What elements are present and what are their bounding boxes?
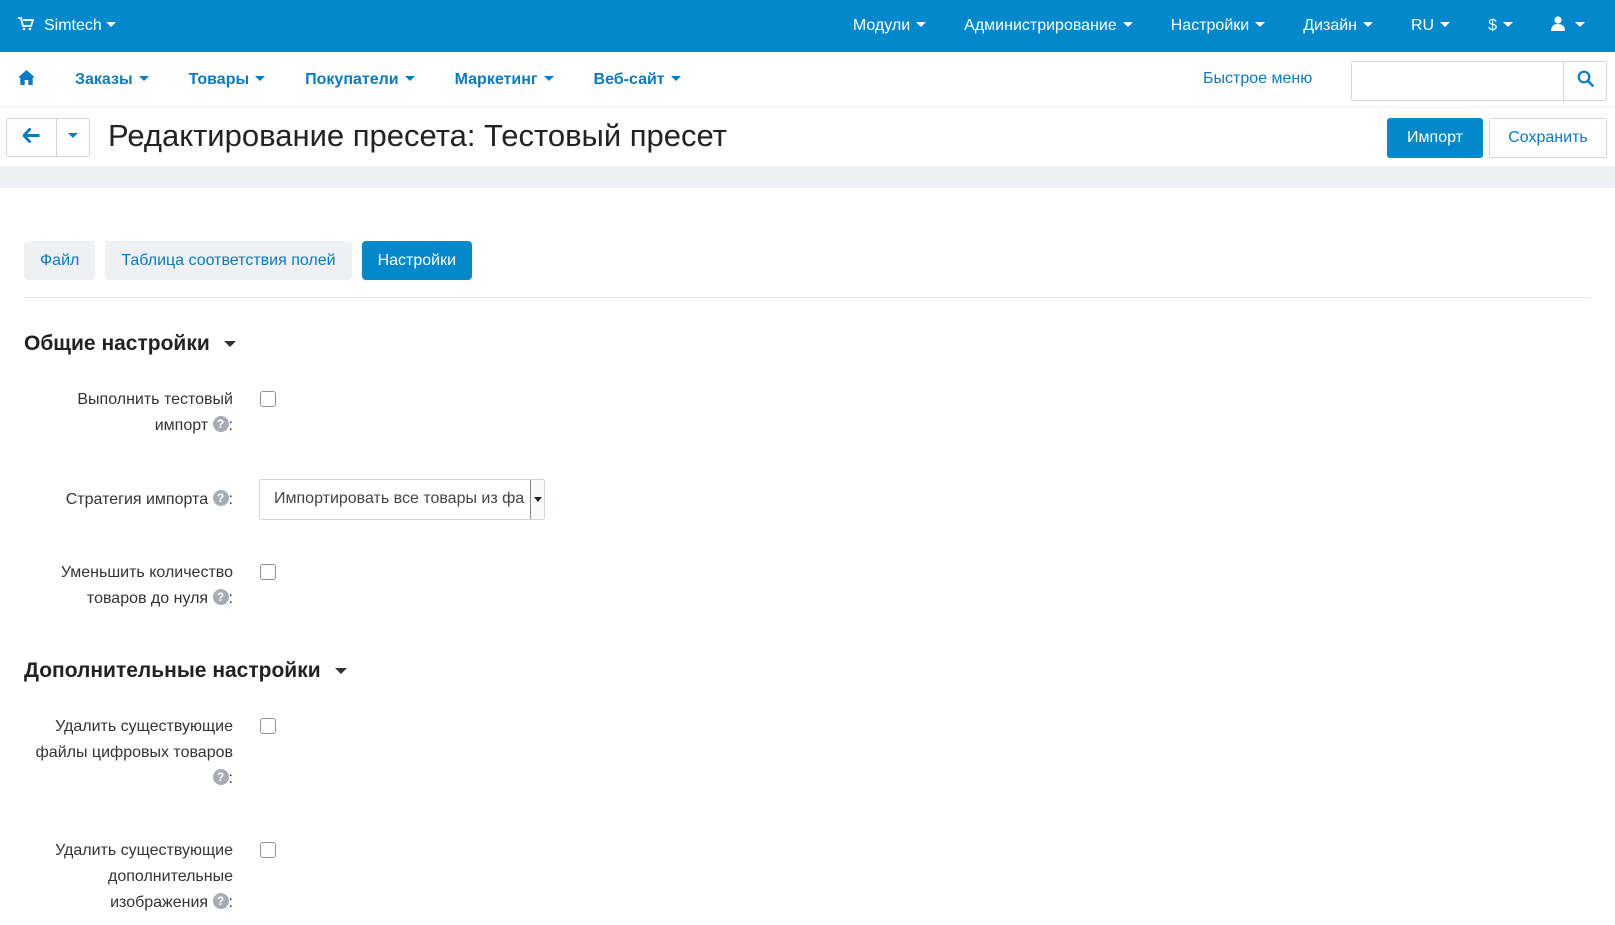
- delete-files-checkbox[interactable]: [260, 718, 276, 734]
- help-icon[interactable]: ?: [212, 588, 229, 605]
- chevron-down-icon: [105, 21, 116, 27]
- menu-settings[interactable]: Настройки: [1171, 17, 1266, 35]
- back-button-group: [6, 118, 90, 157]
- chevron-down-icon: [1122, 21, 1133, 27]
- import-button[interactable]: Импорт: [1387, 118, 1483, 158]
- help-icon[interactable]: ?: [212, 489, 229, 506]
- nav-customers[interactable]: Покупатели: [305, 71, 415, 89]
- chevron-down-icon: [1255, 21, 1266, 27]
- test-import-checkbox[interactable]: [260, 391, 276, 407]
- menu-language[interactable]: RU: [1411, 17, 1451, 35]
- import-strategy-value: Импортировать все товары из файла: [274, 490, 524, 507]
- page-header: Редактирование пресета: Тестовый пресет …: [0, 108, 1615, 166]
- nav-website[interactable]: Веб-сайт: [594, 71, 681, 89]
- chevron-down-icon: [68, 133, 78, 138]
- chevron-down-icon: [404, 75, 415, 81]
- quick-menu-link[interactable]: Быстрое меню: [1203, 70, 1312, 88]
- help-icon[interactable]: ?: [212, 415, 229, 432]
- menu-administration[interactable]: Администрирование: [964, 17, 1133, 35]
- select-arrow-icon: [530, 480, 544, 519]
- chevron-down-icon: [1503, 21, 1513, 27]
- search-box: [1351, 61, 1607, 101]
- chevron-down-icon: [543, 75, 554, 81]
- save-button[interactable]: Сохранить: [1489, 118, 1607, 158]
- import-strategy-select[interactable]: Импортировать все товары из файла: [259, 479, 545, 520]
- tab-field-mapping[interactable]: Таблица соответствия полей: [105, 241, 352, 280]
- help-icon[interactable]: ?: [212, 892, 229, 909]
- general-settings-toggle[interactable]: Общие настройки: [24, 332, 236, 356]
- nav-marketing[interactable]: Маркетинг: [455, 71, 554, 89]
- delete-files-label: Удалить существующие файлы цифровых това…: [35, 718, 233, 787]
- test-import-label: Выполнить тестовый импорт ?:: [77, 391, 233, 434]
- top-bar: Simtech Модули Администрирование Настрой…: [0, 0, 1615, 52]
- brand-name: Simtech: [44, 17, 102, 34]
- delete-images-label: Удалить существующие дополнительные изоб…: [55, 842, 233, 911]
- additional-settings-toggle[interactable]: Дополнительные настройки: [24, 659, 347, 683]
- back-button[interactable]: [7, 119, 57, 156]
- main-nav: Заказы Товары Покупатели Маркетинг Веб-с…: [0, 52, 1615, 108]
- nav-orders[interactable]: Заказы: [75, 71, 149, 89]
- content-panel: [0, 188, 1615, 925]
- search-button[interactable]: [1563, 62, 1606, 100]
- import-strategy-label: Стратегия импорта ?:: [65, 489, 233, 508]
- chevron-down-icon: [255, 75, 266, 81]
- chevron-down-icon: [223, 341, 236, 347]
- reduce-quantity-label: Уменьшить количество товаров до нуля ?:: [60, 564, 233, 607]
- cart-icon: [18, 16, 35, 36]
- page-title: Редактирование пресета: Тестовый пресет: [108, 118, 727, 153]
- user-icon: [1551, 16, 1565, 36]
- arrow-left-icon: [22, 127, 40, 148]
- chevron-down-icon: [916, 21, 927, 27]
- history-dropdown-button[interactable]: [57, 119, 89, 156]
- chevron-down-icon: [334, 668, 347, 674]
- section-title: Дополнительные настройки: [24, 659, 321, 682]
- menu-design[interactable]: Дизайн: [1303, 17, 1373, 35]
- home-icon[interactable]: [18, 70, 38, 88]
- brand-menu[interactable]: Simtech: [18, 0, 116, 52]
- search-icon: [1577, 70, 1594, 92]
- tab-bar: Файл Таблица соответствия полей Настройк…: [24, 241, 473, 280]
- search-input[interactable]: [1352, 62, 1563, 100]
- menu-user[interactable]: [1551, 16, 1585, 36]
- tab-file[interactable]: Файл: [24, 241, 96, 280]
- reduce-quantity-checkbox[interactable]: [260, 564, 276, 580]
- chevron-down-icon: [138, 75, 149, 81]
- chevron-down-icon: [1362, 21, 1373, 27]
- chevron-down-icon: [1440, 21, 1451, 27]
- menu-modules[interactable]: Модули: [853, 17, 927, 35]
- nav-products[interactable]: Товары: [189, 71, 266, 89]
- header-divider: [0, 166, 1615, 188]
- tab-divider: [24, 297, 1591, 298]
- menu-currency[interactable]: $: [1488, 17, 1513, 35]
- section-title: Общие настройки: [24, 332, 210, 355]
- chevron-down-icon: [1575, 21, 1585, 27]
- chevron-down-icon: [670, 75, 681, 81]
- delete-images-checkbox[interactable]: [260, 842, 276, 858]
- tab-settings[interactable]: Настройки: [361, 241, 473, 280]
- help-icon[interactable]: ?: [212, 768, 229, 785]
